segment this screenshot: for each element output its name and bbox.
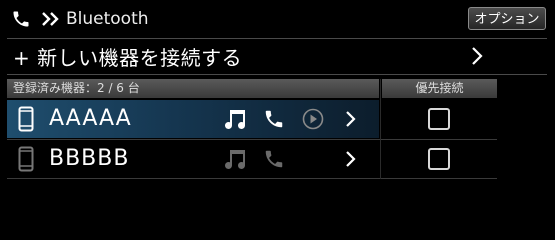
smartphone-icon <box>18 106 34 136</box>
divider <box>7 74 547 75</box>
chevron-right-icon[interactable] <box>345 110 356 132</box>
priority-cell <box>382 140 497 178</box>
device-row-aaaaa[interactable]: AAAAA <box>7 100 379 138</box>
priority-cell <box>382 100 497 138</box>
device-name: AAAAA <box>49 106 132 131</box>
chevron-right-icon[interactable] <box>345 150 356 172</box>
title-bar: Bluetooth オプション <box>0 0 555 38</box>
double-chevron-icon <box>41 11 61 31</box>
add-device-label: + 新しい機器を接続する <box>13 46 243 70</box>
divider <box>7 38 547 39</box>
device-row-bbbbb[interactable]: BBBBB <box>7 140 379 178</box>
priority-checkbox[interactable] <box>428 148 450 170</box>
phone-icon <box>263 108 285 134</box>
column-divider <box>380 79 381 179</box>
divider <box>7 178 497 179</box>
chevron-right-icon <box>471 46 483 70</box>
music-note-icon <box>223 108 247 134</box>
priority-connection-header: 優先接続 <box>382 79 497 98</box>
smartphone-icon <box>18 146 34 176</box>
priority-checkbox[interactable] <box>428 108 450 130</box>
device-name: BBBBB <box>49 146 130 171</box>
add-new-device-button[interactable]: + 新しい機器を接続する <box>7 40 547 74</box>
music-note-icon <box>223 148 247 174</box>
play-circle-icon <box>302 108 324 134</box>
phone-icon <box>11 9 31 33</box>
page-title: Bluetooth <box>66 9 149 29</box>
registered-devices-header: 登録済み機器：2 / 6 台 <box>7 79 379 98</box>
phone-icon <box>263 148 285 174</box>
options-button[interactable]: オプション <box>468 7 546 30</box>
